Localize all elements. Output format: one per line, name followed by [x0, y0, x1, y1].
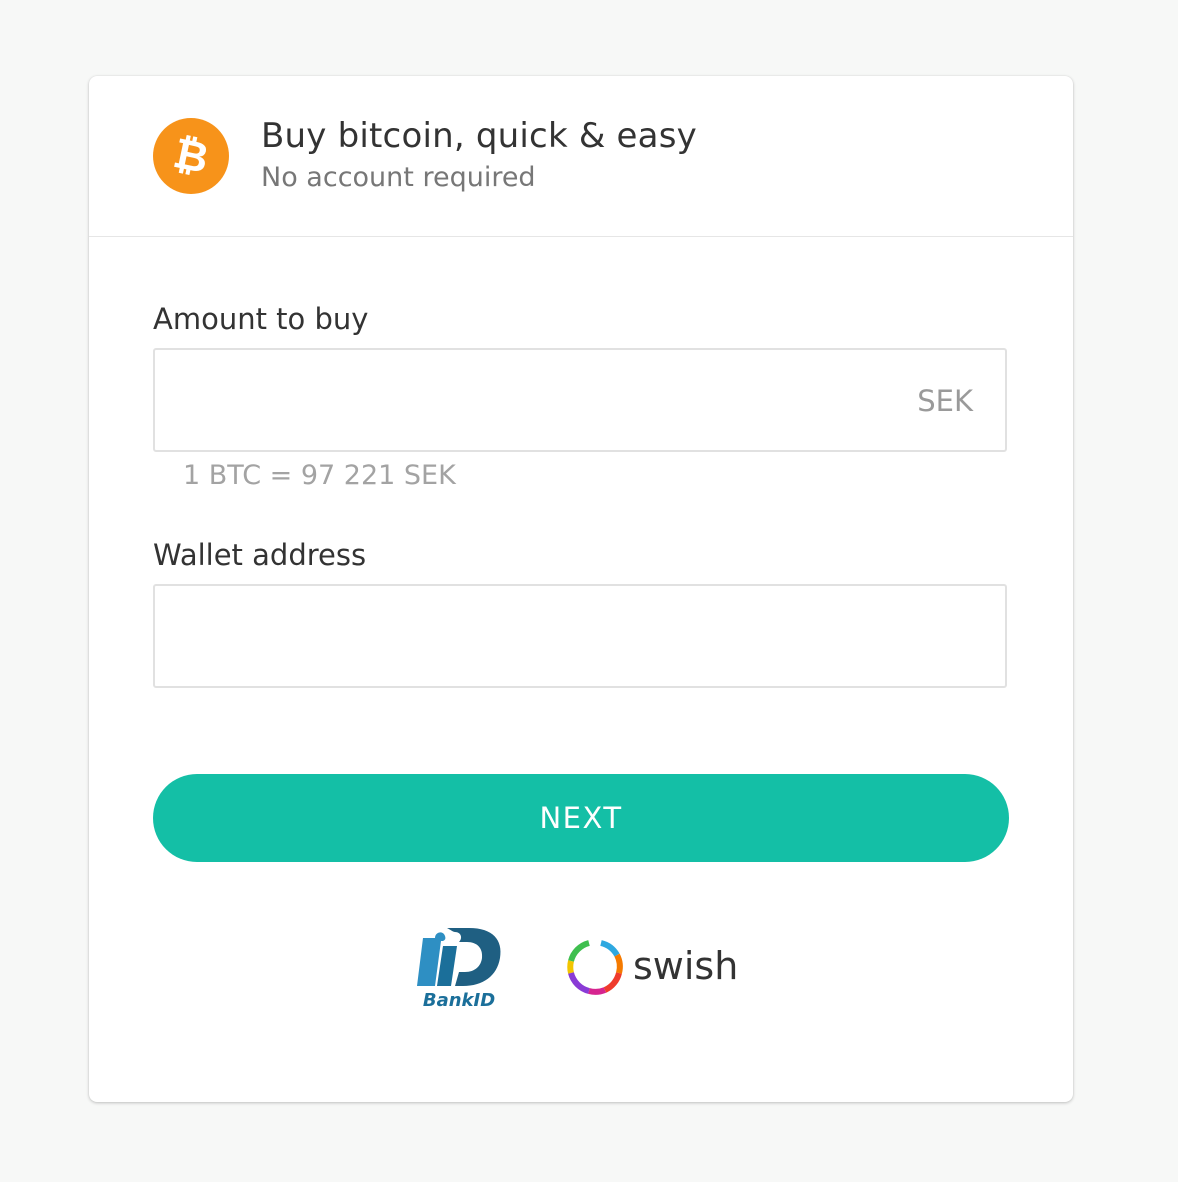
currency-label: SEK [917, 384, 973, 418]
card-header: ₿ Buy bitcoin, quick & easy No account r… [89, 76, 1073, 237]
wallet-address-input[interactable] [155, 586, 1005, 686]
swish-logo: swish [567, 940, 738, 995]
amount-input[interactable] [155, 350, 1005, 450]
bankid-text: BankID [423, 990, 495, 1010]
buy-bitcoin-card: ₿ Buy bitcoin, quick & easy No account r… [89, 76, 1073, 1102]
exchange-rate: 1 BTC = 97 221 SEK [183, 460, 456, 491]
amount-field[interactable]: SEK [153, 348, 1007, 452]
amount-label: Amount to buy [153, 302, 369, 336]
wallet-address-label: Wallet address [153, 538, 367, 572]
bankid-logo: BankID [417, 928, 501, 1010]
swish-icon [567, 940, 623, 995]
page-subtitle: No account required [261, 162, 536, 193]
swish-text: swish [633, 944, 738, 988]
next-button[interactable]: NEXT [153, 774, 1009, 862]
bitcoin-icon: ₿ [153, 118, 229, 194]
page-title: Buy bitcoin, quick & easy [261, 116, 697, 156]
wallet-address-field[interactable] [153, 584, 1007, 688]
